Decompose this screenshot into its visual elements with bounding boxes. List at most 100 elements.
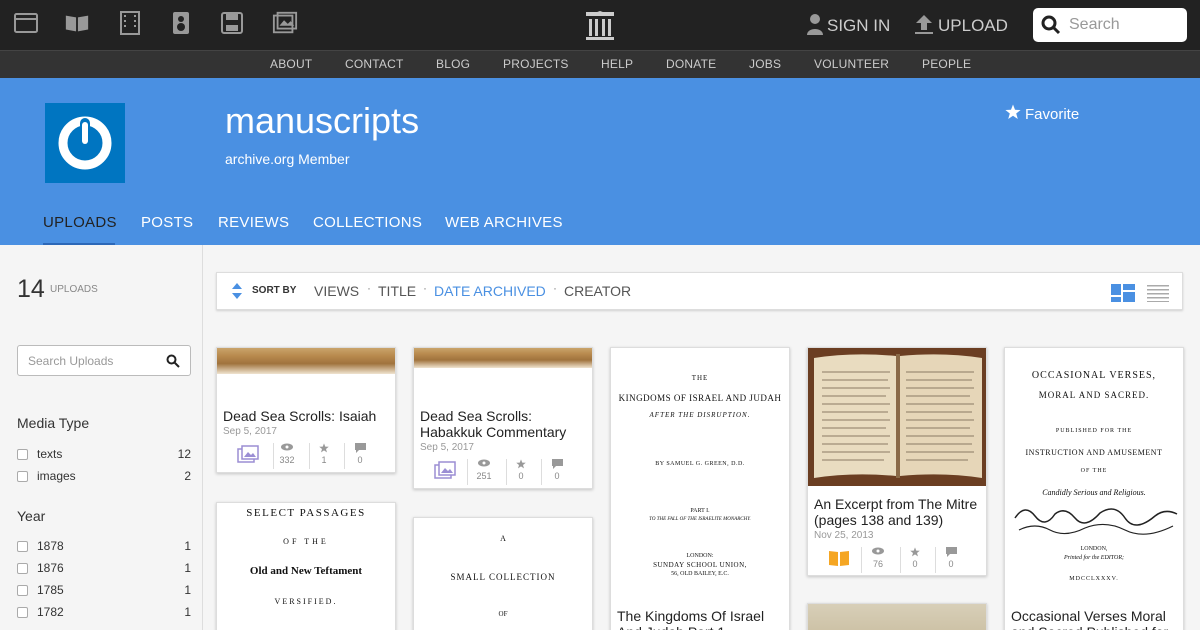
checkbox[interactable]	[17, 607, 28, 618]
facet-texts[interactable]: texts 12	[17, 446, 191, 462]
checkbox[interactable]	[17, 541, 28, 552]
comment-icon	[936, 547, 966, 559]
software-icon[interactable]	[219, 10, 245, 36]
subnav-contact[interactable]: CONTACT	[345, 57, 404, 71]
audio-icon[interactable]	[168, 10, 194, 36]
item-stats: 76 0 0	[808, 545, 986, 575]
site-search-input[interactable]	[1069, 12, 1181, 38]
upload-icon	[913, 13, 935, 40]
item-thumbnail[interactable]	[808, 604, 986, 630]
item-thumbnail[interactable]: SELECT PASSAGES OF THE Old and New Tefta…	[217, 503, 395, 630]
profile-subtitle: archive.org Member	[225, 151, 350, 167]
search-icon[interactable]	[166, 354, 180, 373]
upload-count-label: UPLOADS	[50, 284, 98, 295]
video-icon[interactable]	[117, 10, 143, 36]
page-text: SELECT PASSAGES	[246, 507, 366, 519]
page-text: AFTER THE DISRUPTION.	[649, 411, 751, 419]
checkbox[interactable]	[17, 563, 28, 574]
item-thumbnail[interactable]	[414, 348, 592, 368]
page-text: OF	[498, 610, 508, 618]
tab-posts[interactable]: POSTS	[141, 214, 193, 231]
star-icon	[309, 443, 339, 455]
favorites-stat: 0	[506, 459, 536, 481]
favorites-stat: 1	[309, 443, 339, 465]
page-text: PART I.	[690, 508, 710, 514]
result-item[interactable]: THE KINGDOMS OF ISRAEL AND JUDAH AFTER T…	[610, 347, 790, 630]
subnav-people[interactable]: PEOPLE	[922, 57, 971, 71]
facet-year-1876[interactable]: 1876 1	[17, 560, 191, 576]
page-text: SMALL COLLECTION	[450, 572, 556, 582]
sort-creator[interactable]: CREATOR	[564, 283, 631, 299]
page-text: PUBLISHED FOR THE	[1055, 428, 1133, 434]
item-thumbnail[interactable]: THE KINGDOMS OF ISRAEL AND JUDAH AFTER T…	[611, 348, 789, 598]
item-thumbnail[interactable]	[808, 348, 986, 486]
item-title[interactable]: Dead Sea Scrolls: Isaiah	[223, 408, 389, 424]
subnav-jobs[interactable]: JOBS	[749, 57, 781, 71]
favorite-button[interactable]: Favorite	[1005, 104, 1079, 124]
facet-images[interactable]: images 2	[17, 468, 191, 484]
facet-sidebar: 14 UPLOADS Media Type texts 12 images 2 …	[0, 245, 203, 630]
images-icon[interactable]	[272, 10, 298, 36]
subnav-projects[interactable]: PROJECTS	[503, 57, 569, 71]
facet-label: images	[37, 469, 76, 483]
item-title[interactable]: Occasional Verses Moral and Sacred Publi…	[1011, 608, 1177, 630]
uploads-search-input[interactable]	[28, 352, 158, 370]
subnav-help[interactable]: HELP	[601, 57, 633, 71]
sort-separator: ·	[423, 281, 427, 295]
result-item[interactable]: SELECT PASSAGES OF THE Old and New Tefta…	[216, 502, 396, 630]
facet-label: 1876	[37, 561, 64, 575]
views-stat: 251	[469, 459, 499, 481]
subnav-about[interactable]: ABOUT	[270, 57, 312, 71]
item-thumbnail[interactable]: OCCASIONAL VERSES, MORAL AND SACRED. PUB…	[1005, 348, 1183, 598]
result-item[interactable]: An Excerpt from The Mitre (pages 138 and…	[807, 347, 987, 576]
eye-icon	[469, 459, 499, 471]
item-thumbnail[interactable]: A SMALL COLLECTION OF	[414, 518, 592, 630]
page-text: Printed for the EDITOR;	[1063, 555, 1125, 561]
web-icon[interactable]	[13, 10, 39, 36]
subnav-volunteer[interactable]: VOLUNTEER	[814, 57, 889, 71]
result-item[interactable]	[807, 603, 987, 630]
sort-title[interactable]: TITLE	[378, 283, 416, 299]
tile-view-icon[interactable]	[1111, 284, 1135, 307]
item-title[interactable]: An Excerpt from The Mitre (pages 138 and…	[814, 496, 980, 528]
views-count: 76	[872, 559, 883, 569]
page-text: OF THE	[283, 537, 329, 546]
checkbox[interactable]	[17, 585, 28, 596]
tab-web-archives[interactable]: WEB ARCHIVES	[445, 214, 563, 231]
comment-icon	[345, 443, 375, 455]
item-title[interactable]: Dead Sea Scrolls: Habakkuk Commentary	[420, 408, 586, 440]
result-item[interactable]: Dead Sea Scrolls: Habakkuk Commentary Se…	[413, 347, 593, 489]
sort-date-archived[interactable]: DATE ARCHIVED	[434, 283, 546, 299]
facet-count: 1	[184, 583, 191, 597]
search-icon[interactable]	[1041, 15, 1061, 40]
upload-count: 14	[17, 275, 45, 303]
handwritten-signature	[1014, 508, 1178, 535]
result-item[interactable]: OCCASIONAL VERSES, MORAL AND SACRED. PUB…	[1004, 347, 1184, 630]
page-text: TO THE FALL OF THE ISRAELITE MONARCHY.	[649, 517, 751, 522]
checkbox[interactable]	[17, 471, 28, 482]
item-title[interactable]: The Kingdoms Of Israel And Judah Part 1	[617, 608, 783, 630]
subnav-blog[interactable]: BLOG	[436, 57, 470, 71]
sort-views[interactable]: VIEWS	[314, 283, 359, 299]
tab-uploads[interactable]: UPLOADS	[43, 214, 117, 231]
archive-logo-icon[interactable]	[584, 10, 616, 42]
facet-year-1878[interactable]: 1878 1	[17, 538, 191, 554]
facet-year-1782[interactable]: 1782 1	[17, 604, 191, 620]
item-stats: 251 0 0	[414, 457, 592, 488]
checkbox[interactable]	[17, 449, 28, 460]
list-view-icon[interactable]	[1147, 284, 1169, 307]
result-item[interactable]: A SMALL COLLECTION OF	[413, 517, 593, 630]
sign-in-link[interactable]: SIGN IN	[806, 13, 890, 38]
upload-link[interactable]: UPLOAD	[913, 14, 1008, 38]
item-thumbnail[interactable]	[217, 348, 395, 374]
facet-year-1785[interactable]: 1785 1	[17, 582, 191, 598]
views-count: 332	[279, 455, 295, 465]
texts-icon[interactable]	[64, 10, 90, 36]
favorites-count: 1	[321, 455, 327, 465]
tab-collections[interactable]: COLLECTIONS	[313, 214, 422, 231]
subnav-donate[interactable]: DONATE	[666, 57, 716, 71]
sort-direction-icon[interactable]	[231, 282, 243, 305]
result-item[interactable]: Dead Sea Scrolls: Isaiah Sep 5, 2017 332…	[216, 347, 396, 473]
page-text: MORAL AND SACRED.	[1038, 390, 1150, 400]
tab-reviews[interactable]: REVIEWS	[218, 214, 289, 231]
